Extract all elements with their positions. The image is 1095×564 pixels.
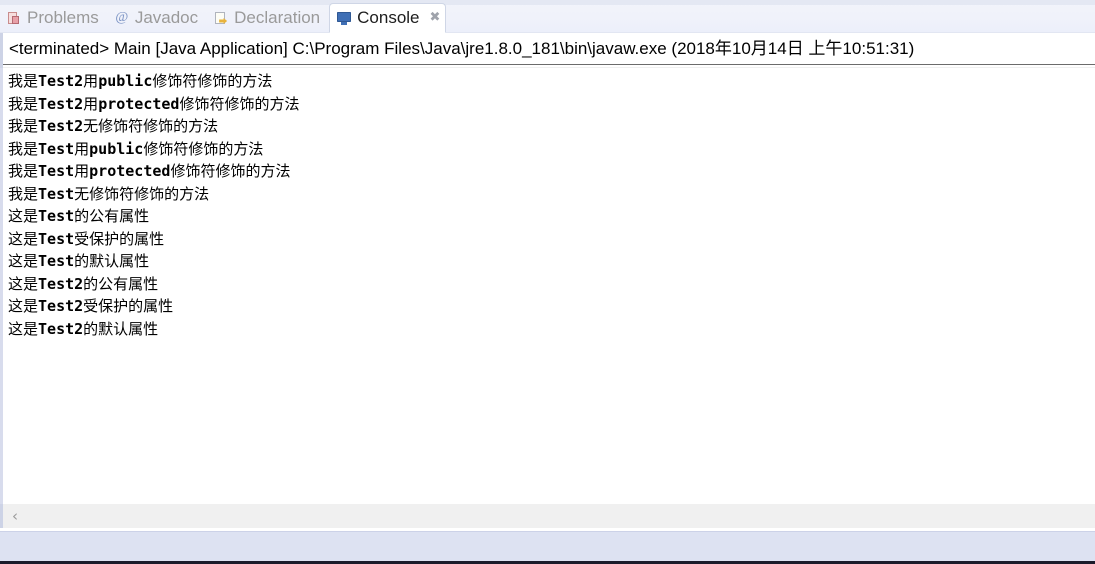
console-process-header: <terminated> Main [Java Application] C:\… — [0, 33, 1095, 64]
console-output-line: 我是Test2用protected修饰符修饰的方法 — [8, 93, 1095, 116]
console-token-text: 用 — [74, 139, 90, 158]
console-token-text: 的公有属性 — [74, 207, 150, 225]
console-token-text: 这是 — [8, 229, 39, 248]
tab-javadoc-label: Javadoc — [134, 7, 199, 27]
horizontal-scrollbar[interactable]: ‹ — [3, 504, 1095, 528]
console-output-pane[interactable]: 我是Test2用public修饰符修饰的方法 我是Test2用protected修… — [0, 68, 1095, 504]
console-token-text: 的公有属性 — [83, 274, 159, 293]
javadoc-icon — [114, 10, 130, 26]
console-token-text: 修饰符修饰的方法 — [143, 139, 264, 158]
console-token-code: public — [98, 72, 153, 90]
console-token-text: 用 — [74, 162, 90, 180]
console-output-line: 我是Test2用public修饰符修饰的方法 — [8, 70, 1095, 93]
console-output-line: 我是Test无修饰符修饰的方法 — [8, 183, 1095, 206]
console-token-code: Test — [38, 229, 75, 248]
console-token-text: 用 — [83, 94, 99, 113]
tab-declaration[interactable]: Declaration — [207, 4, 329, 32]
console-token-code: Test2 — [38, 274, 84, 293]
console-token-text: 我是 — [8, 162, 39, 180]
console-output-line: 这是Test2受保护的属性 — [8, 295, 1095, 318]
close-icon[interactable]: ✖ — [430, 9, 441, 25]
console-token-code: public — [89, 139, 144, 158]
console-token-text: 修饰符修饰的方法 — [152, 72, 273, 90]
console-token-code: Test2 — [38, 94, 84, 113]
console-output-line: 我是Test用protected修饰符修饰的方法 — [8, 160, 1095, 183]
tab-problems-label: Problems — [27, 7, 99, 27]
console-token-text: 的默认属性 — [74, 252, 150, 270]
console-output-line: 这是Test2的公有属性 — [8, 273, 1095, 296]
console-token-text: 受保护的属性 — [83, 297, 174, 315]
console-token-text: 无修饰符修饰的方法 — [83, 117, 219, 135]
console-token-code: Test2 — [38, 72, 84, 90]
declaration-icon — [213, 10, 229, 26]
console-token-text: 修饰符修饰的方法 — [170, 162, 291, 180]
console-token-text: 这是 — [8, 319, 39, 338]
tab-declaration-label: Declaration — [234, 7, 321, 27]
console-token-code: protected — [89, 162, 171, 180]
console-token-code: Test2 — [38, 297, 84, 315]
console-token-code: Test2 — [38, 117, 84, 135]
console-token-text: 无修饰符修饰的方法 — [74, 184, 210, 203]
console-token-text: 用 — [83, 72, 99, 90]
tab-javadoc[interactable]: Javadoc — [108, 4, 207, 32]
console-token-text: 我是 — [8, 139, 39, 158]
tab-console[interactable]: Console ✖ — [329, 3, 447, 33]
console-output-line: 这是Test的默认属性 — [8, 250, 1095, 273]
horizontal-scrollbar-track[interactable] — [27, 504, 1095, 528]
console-token-text: 我是 — [8, 184, 39, 203]
console-token-code: Test — [38, 207, 75, 225]
console-output-line: 我是Test2无修饰符修饰的方法 — [8, 115, 1095, 138]
console-token-text: 的默认属性 — [83, 319, 159, 338]
console-token-code: Test — [38, 184, 75, 203]
console-output-line: 这是Test2的默认属性 — [8, 318, 1095, 341]
console-token-text: 我是 — [8, 94, 39, 113]
console-token-text: 修饰符修饰的方法 — [179, 94, 300, 113]
console-icon — [336, 10, 352, 26]
tab-problems[interactable]: Problems — [0, 4, 108, 32]
tab-console-label: Console — [357, 7, 420, 27]
console-token-text: 受保护的属性 — [74, 229, 165, 248]
console-token-text: 这是 — [8, 297, 39, 315]
console-output-line: 这是Test受保护的属性 — [8, 228, 1095, 251]
console-token-text: 这是 — [8, 252, 39, 270]
bottom-status-strip — [0, 531, 1095, 561]
console-process-header-text: <terminated> Main [Java Application] C:\… — [9, 39, 915, 58]
console-token-text: 我是 — [8, 117, 39, 135]
console-token-code: Test — [38, 252, 75, 270]
console-output-list: 我是Test2用public修饰符修饰的方法 我是Test2用protected修… — [3, 68, 1095, 340]
console-token-code: Test2 — [38, 319, 84, 338]
console-output-line: 这是Test的公有属性 — [8, 205, 1095, 228]
console-token-text: 我是 — [8, 72, 39, 90]
console-output-line: 我是Test用public修饰符修饰的方法 — [8, 138, 1095, 161]
console-token-code: Test — [38, 162, 75, 180]
view-tab-bar: Problems Javadoc Declaration Console ✖ — [0, 0, 1095, 33]
console-token-text: 这是 — [8, 207, 39, 225]
scroll-left-arrow-icon[interactable]: ‹ — [3, 504, 27, 528]
console-token-code: protected — [98, 94, 180, 113]
problems-icon — [6, 10, 22, 26]
console-token-code: Test — [38, 139, 75, 158]
header-separator — [0, 64, 1095, 65]
console-token-text: 这是 — [8, 274, 39, 293]
eclipse-console-view: Problems Javadoc Declaration Console ✖ <… — [0, 0, 1095, 564]
